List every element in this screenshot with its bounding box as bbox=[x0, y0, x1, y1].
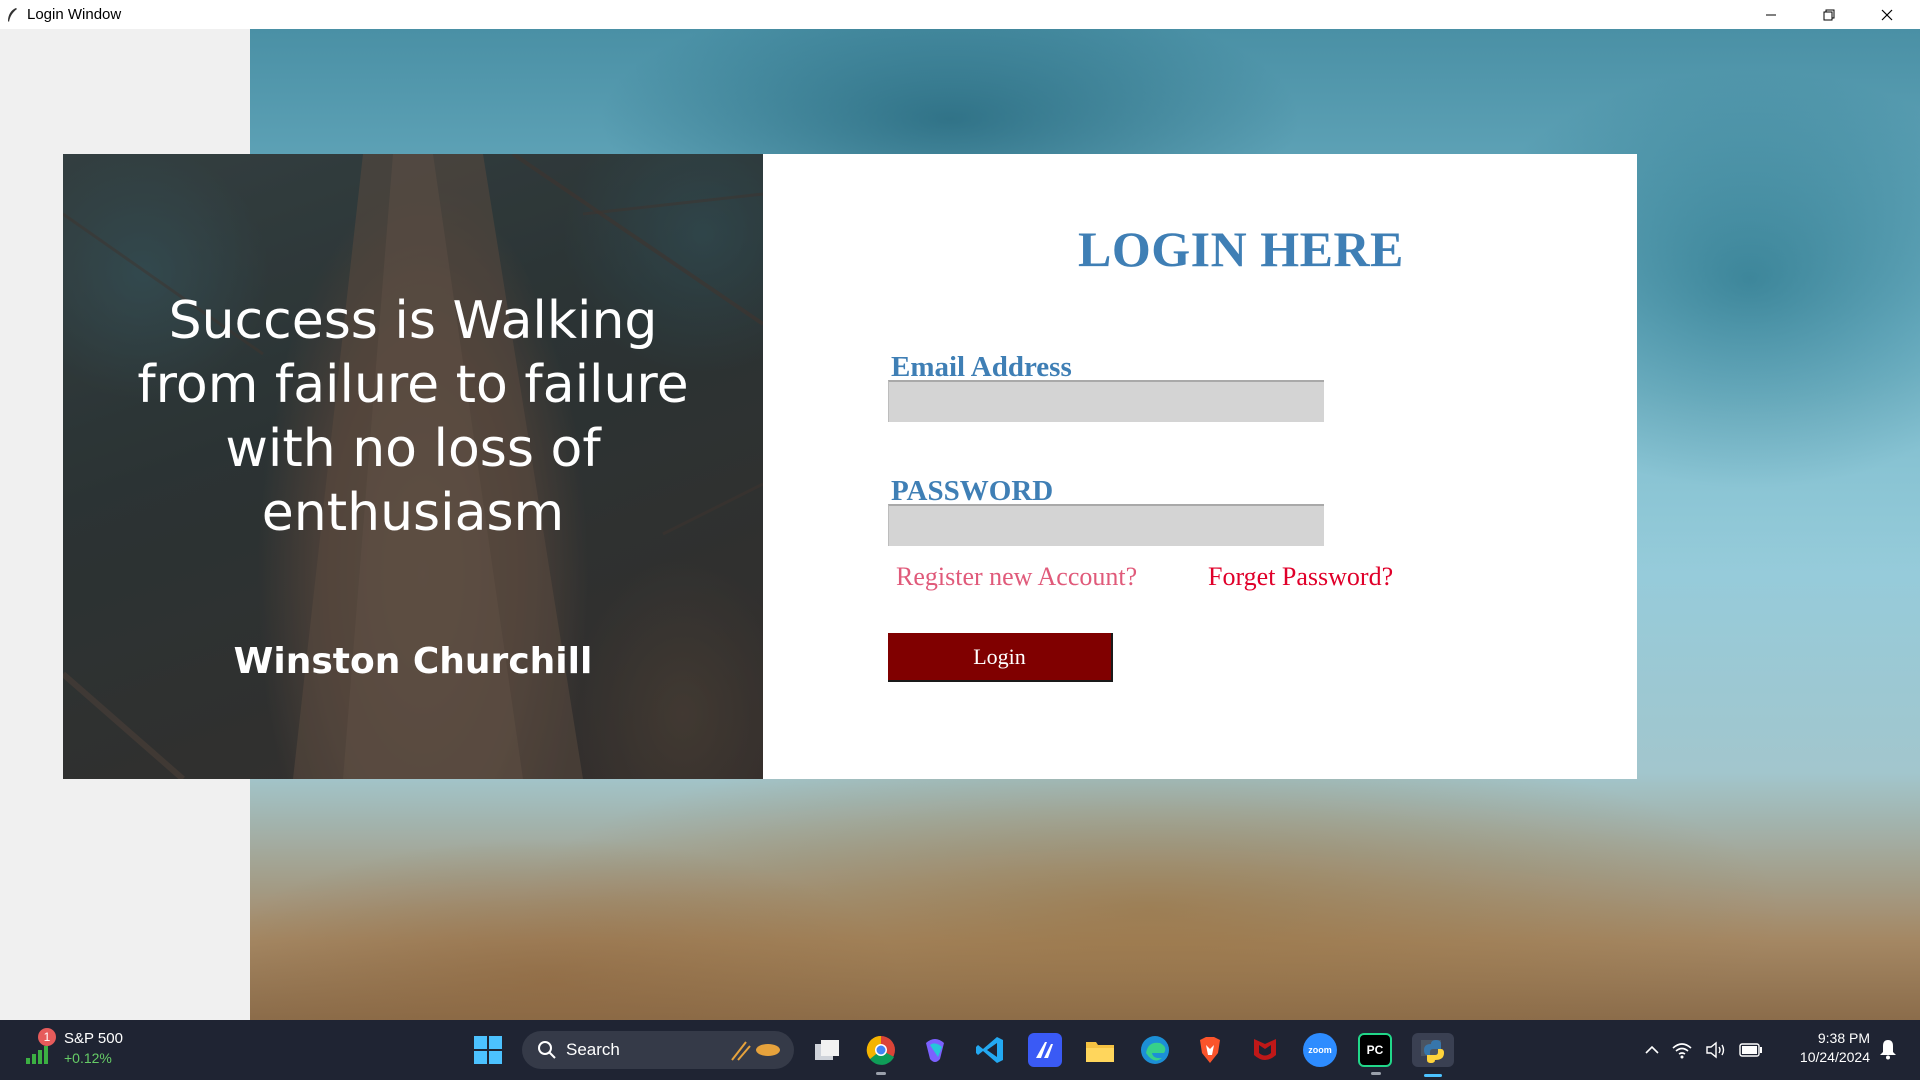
chevron-up-icon[interactable] bbox=[1645, 1045, 1659, 1055]
copilot-icon[interactable] bbox=[918, 1033, 952, 1067]
search-highlight-icon bbox=[731, 1041, 780, 1061]
login-heading: LOGIN HERE bbox=[1078, 221, 1404, 277]
stock-name: S&P 500 bbox=[64, 1030, 123, 1047]
quote-line: from failure to failure bbox=[137, 355, 689, 415]
battery-icon[interactable] bbox=[1739, 1043, 1763, 1057]
quote-author: Winston Churchill bbox=[233, 641, 593, 682]
minimize-button[interactable] bbox=[1742, 0, 1800, 29]
notification-badge: 1 bbox=[38, 1028, 56, 1046]
email-field[interactable] bbox=[888, 380, 1324, 422]
volume-icon[interactable] bbox=[1705, 1041, 1727, 1059]
bell-icon[interactable] bbox=[1878, 1038, 1900, 1062]
title-bar: Login Window bbox=[0, 0, 1920, 29]
close-button[interactable] bbox=[1858, 0, 1916, 29]
taskbar: 1 S&P 500 +0.12% Search zoom PC 9:38 PM … bbox=[0, 1020, 1920, 1080]
brave-icon[interactable] bbox=[1193, 1033, 1227, 1067]
pycharm-icon[interactable]: PC bbox=[1358, 1033, 1392, 1075]
restore-button[interactable] bbox=[1800, 0, 1858, 29]
window-content: Success is Walking from failure to failu… bbox=[0, 29, 1920, 1020]
wifi-icon[interactable] bbox=[1671, 1041, 1693, 1059]
quote-text: Success is Walking from failure to failu… bbox=[63, 289, 763, 545]
window-title: Login Window bbox=[27, 6, 122, 23]
search-label: Search bbox=[566, 1040, 620, 1059]
edge-icon[interactable] bbox=[1138, 1033, 1172, 1067]
windows-logo-icon bbox=[474, 1036, 502, 1064]
quote-panel: Success is Walking from failure to failu… bbox=[63, 154, 763, 779]
forgot-password-link[interactable]: Forget Password? bbox=[1208, 562, 1393, 592]
feather-icon bbox=[5, 7, 21, 23]
clock-date: 10/24/2024 bbox=[1799, 1049, 1870, 1065]
search-icon bbox=[538, 1041, 556, 1059]
mcafee-icon[interactable] bbox=[1248, 1033, 1282, 1067]
restore-icon bbox=[1823, 9, 1835, 20]
folder-icon[interactable] bbox=[1083, 1033, 1117, 1067]
login-button[interactable]: Login bbox=[888, 633, 1113, 682]
quote-line: Success is Walking bbox=[168, 291, 658, 351]
quote-line: enthusiasm bbox=[261, 483, 565, 543]
minimize-icon bbox=[1766, 14, 1776, 15]
register-link[interactable]: Register new Account? bbox=[896, 562, 1137, 592]
close-icon bbox=[1881, 9, 1893, 20]
stock-change: +0.12% bbox=[64, 1050, 112, 1066]
login-panel: LOGIN HERE Email Address PASSWORD Regist… bbox=[763, 154, 1637, 779]
start-button[interactable] bbox=[473, 1035, 503, 1065]
stock-widget[interactable]: 1 S&P 500 +0.12% bbox=[24, 1028, 144, 1072]
task-view-icon[interactable] bbox=[810, 1033, 844, 1067]
taskbar-search[interactable]: Search bbox=[522, 1031, 794, 1069]
zoom-icon[interactable]: zoom bbox=[1303, 1033, 1337, 1067]
password-field[interactable] bbox=[888, 504, 1324, 546]
chrome-icon[interactable] bbox=[864, 1033, 898, 1075]
clock-time: 9:38 PM bbox=[1817, 1030, 1870, 1046]
quote-line: with no loss of bbox=[225, 419, 601, 479]
vscode-icon[interactable] bbox=[973, 1033, 1007, 1067]
python-icon[interactable] bbox=[1412, 1033, 1454, 1077]
app-icon[interactable] bbox=[1028, 1033, 1062, 1067]
clock[interactable]: 9:38 PM 10/24/2024 bbox=[1776, 1030, 1870, 1065]
system-tray bbox=[1645, 1038, 1763, 1062]
